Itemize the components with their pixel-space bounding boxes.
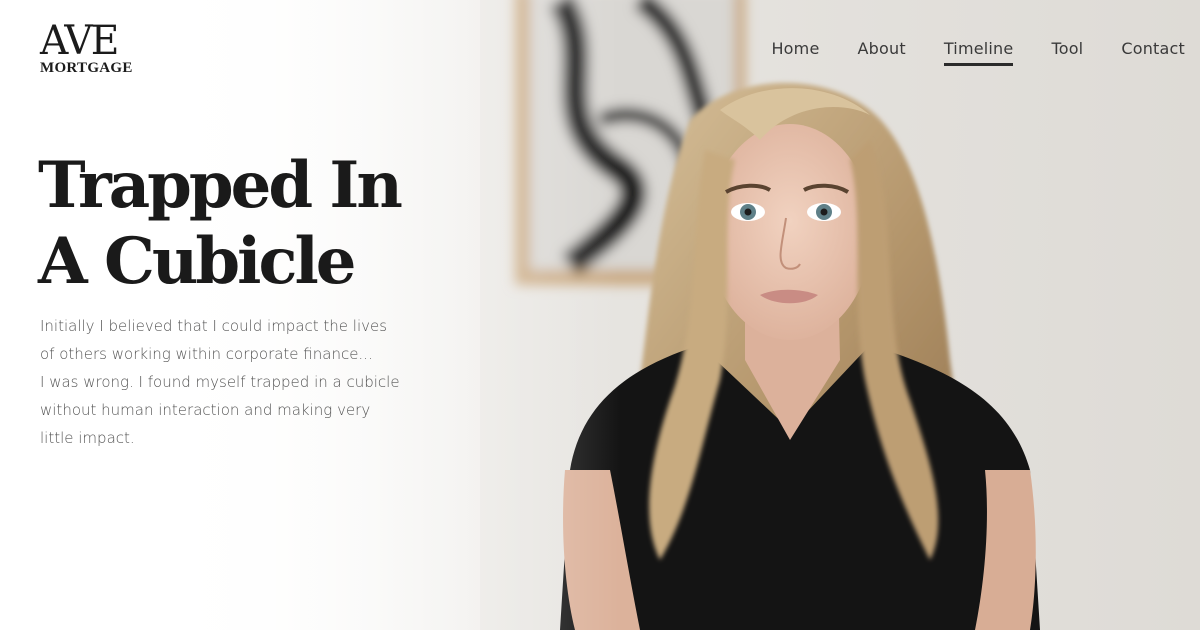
brand-logo[interactable]: AVE MORTGAGE xyxy=(40,18,150,76)
nav-item-tool[interactable]: Tool xyxy=(1051,37,1083,61)
page-title-line-2: A Cubicle xyxy=(38,224,356,299)
nav-item-about[interactable]: About xyxy=(858,37,906,61)
page-title-line-1: Trapped In xyxy=(38,148,403,223)
hero-description-line: without human interaction and making ver… xyxy=(40,401,371,419)
hero-description-line: Initially I believed that I could impact… xyxy=(40,317,388,335)
hero-section: AVE MORTGAGE Home About Timeline Tool Co… xyxy=(0,0,1200,630)
hero-description-line: I was wrong. I found myself trapped in a… xyxy=(40,373,400,391)
nav-item-home[interactable]: Home xyxy=(771,37,819,61)
main-nav: Home About Timeline Tool Contact xyxy=(771,37,1185,66)
hero-description-line: little impact. xyxy=(40,429,135,447)
hero-description-line: of others working within corporate finan… xyxy=(40,345,373,363)
nav-item-contact[interactable]: Contact xyxy=(1121,37,1185,61)
hero-description: Initially I believed that I could impact… xyxy=(40,312,440,452)
page-title: Trapped In A Cubicle xyxy=(38,148,403,300)
logo-wordmark: AVE xyxy=(40,18,119,64)
nav-item-timeline[interactable]: Timeline xyxy=(943,37,1014,66)
